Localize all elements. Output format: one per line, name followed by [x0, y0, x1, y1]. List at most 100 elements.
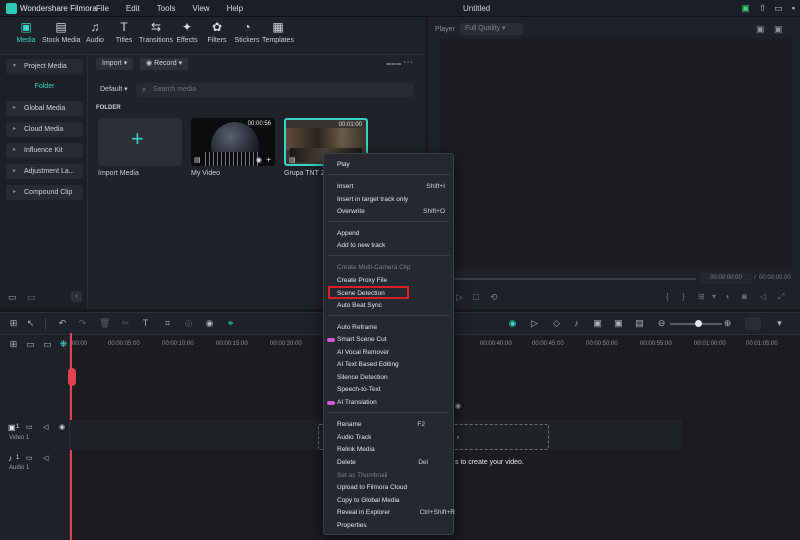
menu-item-ai-text-editing[interactable]: AI Text Based Editing: [337, 361, 399, 368]
auto-highlight-icon[interactable]: ◉: [507, 318, 518, 329]
menu-item-insert[interactable]: Insert Shift+I: [337, 183, 455, 190]
filter-icon[interactable]: ⩶: [386, 58, 401, 69]
menu-item-insert-target-track[interactable]: Insert in target track only: [337, 196, 408, 203]
marker-icon[interactable]: ◇: [551, 318, 562, 329]
gift-icon[interactable]: ▣: [740, 3, 751, 14]
voiceover-icon[interactable]: ▣: [592, 318, 603, 329]
track-folder-icon[interactable]: ▭: [26, 454, 33, 462]
render-icon[interactable]: ▷: [529, 318, 540, 329]
menu-item-rename[interactable]: Rename F2: [337, 421, 455, 428]
record-button[interactable]: ◉ Record ▾: [140, 58, 189, 70]
menu-item-upload-cloud[interactable]: Upload to Filmora Cloud: [337, 484, 407, 491]
menu-item-copy-global[interactable]: Copy to Global Media: [337, 497, 400, 504]
volume-icon[interactable]: ◁: [760, 292, 766, 301]
track-folder-icon[interactable]: ▭: [26, 423, 33, 431]
redo-icon[interactable]: ↷: [77, 318, 88, 329]
zoom-in-icon[interactable]: ⊕: [722, 318, 733, 329]
menu-item-delete[interactable]: Delete Del: [337, 459, 455, 466]
menu-edit[interactable]: Edit: [126, 4, 140, 13]
media-clip-my-video[interactable]: 00:00:56 ▤ ◉ +: [191, 118, 275, 166]
sidebar-item-global-media[interactable]: ▸ Global Media: [6, 101, 83, 116]
select-tool-icon[interactable]: ↖: [25, 318, 36, 329]
add-to-timeline-icon[interactable]: +: [266, 155, 271, 164]
camera-icon[interactable]: ◙: [742, 292, 747, 301]
menu-file[interactable]: File: [96, 4, 109, 13]
sidebar-item-cloud-media[interactable]: ▸ Cloud Media: [6, 122, 83, 137]
sidebar-item-adjustment-layer[interactable]: ▸ Adjustment La...: [6, 164, 83, 179]
sidebar-item-influence-kit[interactable]: ▸ Influence Kit: [6, 143, 83, 158]
sidebar-item-compound-clip[interactable]: ▸ Compound Clip: [6, 185, 83, 200]
text-icon[interactable]: T: [140, 318, 151, 329]
zoom-out-icon[interactable]: ⊖: [656, 318, 667, 329]
quality-dropdown[interactable]: Full Quality ▾: [460, 23, 523, 35]
crop-icon[interactable]: ⌗: [162, 318, 173, 329]
link-icon[interactable]: ⚭: [225, 318, 236, 329]
sidebar-item-folder[interactable]: Folder: [6, 79, 83, 95]
snapshot-timeline-icon[interactable]: ▣: [613, 318, 624, 329]
tab-media[interactable]: ▣ Media: [7, 20, 45, 44]
zoom-dropdown-icon[interactable]: ▾: [712, 292, 716, 301]
fullscreen-icon[interactable]: ▣: [774, 24, 783, 35]
menu-item-relink-media[interactable]: Relink Media: [337, 446, 375, 453]
tab-templates[interactable]: ▦ Templates: [259, 20, 297, 44]
delete-icon[interactable]: 🗑: [99, 318, 110, 329]
menu-item-overwrite[interactable]: Overwrite Shift+O: [337, 208, 455, 215]
undo-icon[interactable]: ↶: [57, 318, 68, 329]
search-input[interactable]: ⌕ Search media: [136, 83, 414, 97]
menu-item-audio-track[interactable]: Audio Track ›: [337, 434, 459, 441]
minimize-icon[interactable]: ▭: [773, 3, 784, 14]
playback-progress[interactable]: [440, 278, 696, 280]
menu-tools[interactable]: Tools: [157, 4, 176, 13]
track-mute-icon[interactable]: ◁: [43, 454, 48, 462]
menu-item-smart-scene-cut[interactable]: Smart Scene Cut: [337, 336, 387, 343]
layout-button[interactable]: [745, 317, 761, 330]
subtitle-icon[interactable]: ▤: [634, 318, 645, 329]
audio-output-icon[interactable]: ◖: [725, 292, 730, 301]
menu-item-auto-reframe[interactable]: Auto Reframe: [337, 324, 377, 331]
collapse-sidebar-icon[interactable]: ‹: [71, 291, 82, 302]
loop-icon[interactable]: ⟲: [490, 292, 498, 303]
cut-icon[interactable]: ✂: [120, 318, 131, 329]
menu-item-play[interactable]: Play: [337, 161, 350, 168]
timeline-more-icon[interactable]: ▾: [774, 318, 785, 329]
import-button[interactable]: Import ▾: [96, 58, 134, 70]
track-audio-icon[interactable]: ◁: [43, 423, 48, 431]
mark-in-icon[interactable]: {: [666, 292, 669, 301]
snapshot-icon[interactable]: ▣: [756, 24, 765, 35]
upload-icon[interactable]: ⇧: [757, 3, 768, 14]
menu-item-ai-vocal-remover[interactable]: AI Vocal Remover: [337, 349, 389, 356]
import-media-card[interactable]: +: [98, 118, 182, 166]
add-track-icon[interactable]: ⊞: [8, 339, 19, 350]
snap-icon[interactable]: ▭: [42, 339, 53, 350]
stop-icon[interactable]: □: [473, 292, 478, 302]
menu-help[interactable]: Help: [227, 4, 243, 13]
tab-stock-media[interactable]: ▤ Stock Media: [42, 20, 81, 44]
grid-view-icon[interactable]: ⊞: [8, 318, 19, 329]
display-settings-icon[interactable]: ⊞: [698, 292, 705, 301]
color-icon[interactable]: ◎: [183, 318, 194, 329]
magnet-icon[interactable]: ❋: [58, 339, 69, 350]
menu-item-append[interactable]: Append: [337, 230, 359, 237]
track-manager-icon[interactable]: ▭: [25, 339, 36, 350]
expand-icon[interactable]: ⤢: [778, 292, 784, 302]
menu-view[interactable]: View: [192, 4, 209, 13]
menu-item-reveal-explorer[interactable]: Reveal in Explorer Ctrl+Shift+R: [337, 509, 455, 516]
play-icon[interactable]: ▷: [456, 292, 463, 303]
preview-eye-icon[interactable]: ◉: [256, 156, 262, 164]
more-options-icon[interactable]: ⋯: [403, 57, 413, 68]
sidebar-item-project-media[interactable]: ▾ Project Media: [6, 59, 83, 74]
new-folder-icon[interactable]: ▭: [8, 292, 17, 303]
playhead-handle[interactable]: [68, 368, 76, 386]
menu-item-silence-detection[interactable]: Silence Detection: [337, 374, 388, 381]
mark-out-icon[interactable]: }: [682, 292, 685, 301]
menu-item-auto-beat-sync[interactable]: Auto Beat Sync: [337, 302, 382, 309]
menu-item-ai-translation[interactable]: AI Translation: [337, 399, 377, 406]
ai-icon[interactable]: ◉: [204, 318, 215, 329]
more-window-icon[interactable]: ▪: [788, 3, 799, 14]
menu-item-properties[interactable]: Properties: [337, 522, 367, 529]
sort-dropdown[interactable]: Default ▾: [96, 83, 130, 97]
zoom-slider-handle[interactable]: [695, 320, 702, 327]
menu-item-add-new-track[interactable]: Add to new track: [337, 242, 385, 249]
microphone-icon[interactable]: ♪: [571, 318, 582, 329]
track-visibility-icon[interactable]: ◉: [59, 423, 65, 431]
